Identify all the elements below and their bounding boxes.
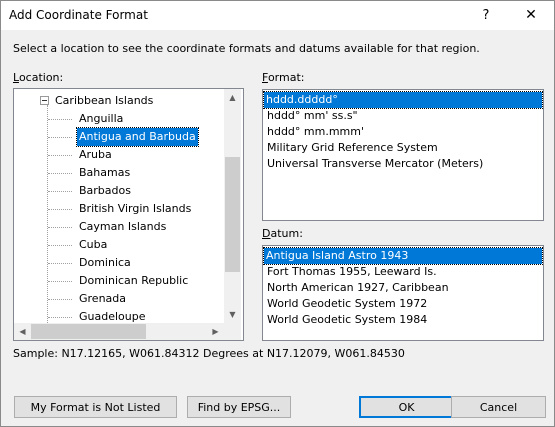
datum-list[interactable]: Antigua Island Astro 1943 Fort Thomas 195…	[262, 245, 544, 341]
close-button[interactable]: ✕	[508, 1, 554, 30]
tree-item[interactable]: British Virgin Islands	[14, 200, 222, 218]
scroll-up-icon[interactable]: ▲	[224, 89, 241, 106]
tree-item[interactable]: Barbados	[14, 182, 222, 200]
add-coordinate-format-dialog: Add Coordinate Format ? ✕ Select a locat…	[0, 0, 555, 427]
title-bar: Add Coordinate Format ? ✕	[1, 1, 554, 30]
datum-list-item[interactable]: Fort Thomas 1955, Leeward Is.	[265, 264, 439, 280]
collapse-icon[interactable]	[40, 96, 49, 105]
horizontal-scroll-thumb[interactable]	[31, 324, 146, 339]
tree-item-label: Anguilla	[79, 112, 124, 125]
cancel-button[interactable]: Cancel	[451, 396, 546, 418]
sample-text: Sample: N17.12165, W061.84312 Degrees at…	[13, 347, 405, 360]
tree-item[interactable]: Anguilla	[14, 110, 222, 128]
location-label: Location:	[13, 71, 63, 84]
tree-item[interactable]: Cuba	[14, 236, 222, 254]
datum-label: Datum:	[262, 227, 303, 240]
help-button[interactable]: ?	[463, 1, 509, 30]
datum-list-item[interactable]: Antigua Island Astro 1943	[263, 247, 543, 265]
format-list-item[interactable]: hddd° mm' ss.s"	[265, 108, 360, 124]
tree-item[interactable]: Antigua and Barbuda	[14, 127, 222, 147]
tree-item-label: Cuba	[79, 238, 108, 251]
format-list-item[interactable]: Universal Transverse Mercator (Meters)	[265, 156, 485, 172]
tree-item[interactable]: Aruba	[14, 146, 222, 164]
vertical-scroll-thumb[interactable]	[225, 157, 240, 272]
tree-item[interactable]: Dominica	[14, 254, 222, 272]
format-list-item[interactable]: hddd.ddddd°	[263, 91, 543, 109]
tree-vertical-scrollbar[interactable]: ▲ ▼	[224, 89, 241, 323]
datum-label-rest: atum:	[270, 227, 303, 240]
format-not-listed-button[interactable]: My Format is Not Listed	[14, 396, 177, 418]
tree-item[interactable]: Grenada	[14, 290, 222, 308]
tree-item-label: Barbados	[79, 184, 131, 197]
tree-item-label: Dominica	[79, 256, 131, 269]
scroll-left-icon[interactable]: ◀	[14, 323, 31, 340]
tree-item[interactable]: Dominican Republic	[14, 272, 222, 290]
tree-node-label: Caribbean Islands	[55, 94, 154, 107]
tree-item-label: Bahamas	[79, 166, 131, 179]
format-label: Format:	[262, 71, 304, 84]
format-list-item[interactable]: hddd° mm.mmm'	[265, 124, 366, 140]
datum-list-item[interactable]: World Geodetic System 1972	[265, 296, 429, 312]
tree-item-label: British Virgin Islands	[79, 202, 192, 215]
datum-list-item[interactable]: World Geodetic System 1984	[265, 312, 429, 328]
format-list[interactable]: hddd.ddddd° hddd° mm' ss.s" hddd° mm.mmm' M…	[262, 89, 544, 221]
tree-item-label: Cayman Islands	[79, 220, 167, 233]
tree-item-label: Dominican Republic	[79, 274, 189, 287]
tree-horizontal-scrollbar[interactable]: ◀ ▶	[14, 323, 224, 340]
location-label-rest: ocation:	[18, 71, 64, 84]
scrollbar-corner	[224, 323, 241, 340]
tree-item-label: Grenada	[79, 292, 127, 305]
dialog-title: Add Coordinate Format	[9, 8, 148, 22]
datum-list-item[interactable]: North American 1927, Caribbean	[265, 280, 451, 296]
tree-item-label: Aruba	[79, 148, 112, 161]
instructions-text: Select a location to see the coordinate …	[13, 42, 480, 55]
format-label-rest: ormat:	[267, 71, 305, 84]
scroll-right-icon[interactable]: ▶	[207, 323, 224, 340]
tree-item[interactable]: Cayman Islands	[14, 218, 222, 236]
format-list-item[interactable]: Military Grid Reference System	[265, 140, 440, 156]
scroll-down-icon[interactable]: ▼	[224, 306, 241, 323]
tree-item-label: Antigua and Barbuda	[76, 127, 199, 147]
ok-button[interactable]: OK	[359, 396, 454, 418]
tree-item[interactable]: Bahamas	[14, 164, 222, 182]
find-by-epsg-button[interactable]: Find by EPSG...	[187, 396, 291, 418]
location-tree[interactable]: Caribbean Islands Anguilla Antigua and Ba…	[13, 88, 244, 341]
